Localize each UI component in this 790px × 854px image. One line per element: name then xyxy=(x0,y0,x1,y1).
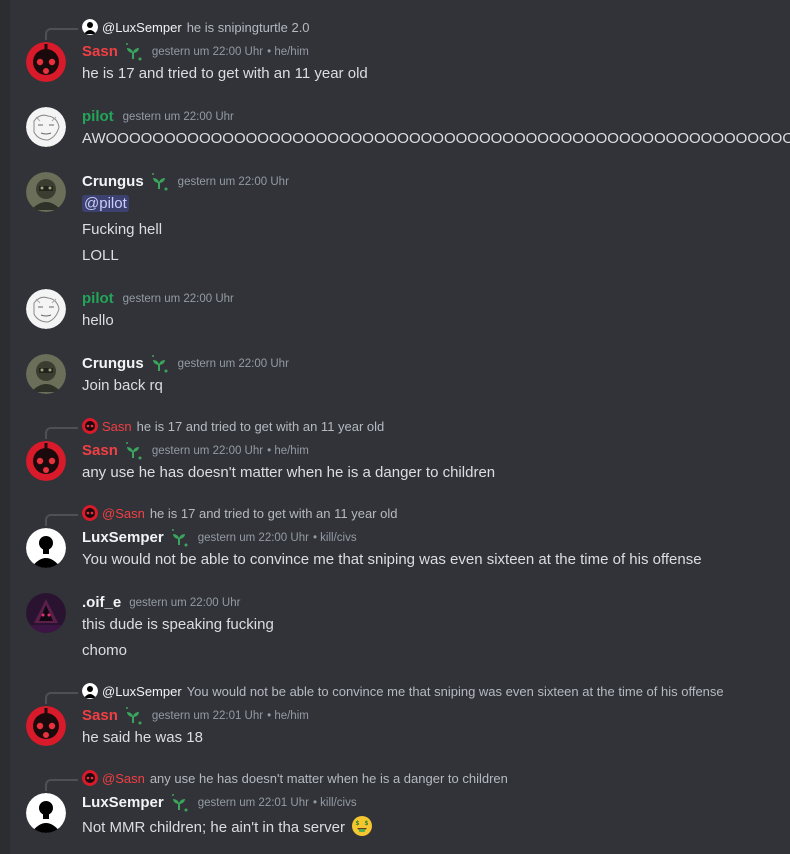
message-text: chomo xyxy=(82,642,128,659)
reply-spine xyxy=(45,692,78,704)
avatar-oif[interactable] xyxy=(26,593,66,633)
author-name[interactable]: Crungus xyxy=(82,172,144,192)
message-text: he said he was 18 xyxy=(82,729,203,746)
timestamp[interactable]: gestern um 22:00 Uhr xyxy=(198,528,309,548)
avatar-sasn[interactable] xyxy=(26,42,66,82)
svg-text:$: $ xyxy=(365,820,369,827)
message-text: Fucking hell xyxy=(82,221,163,238)
reply-avatar-lux[interactable] xyxy=(82,683,98,699)
author-name[interactable]: LuxSemper xyxy=(82,528,164,548)
author-name[interactable]: Sasn xyxy=(82,441,118,461)
message-header: .oif_e gestern um 22:00 Uhr xyxy=(82,593,240,613)
avatar-sasn[interactable] xyxy=(26,706,66,746)
timestamp[interactable]: gestern um 22:01 Uhr xyxy=(198,793,309,813)
message-text: Join back rq xyxy=(82,377,163,394)
message-text: Not MMR children; he ain't in tha server… xyxy=(82,815,373,838)
reply-avatar-sasn[interactable] xyxy=(82,505,98,521)
sprout-icon[interactable] xyxy=(123,42,143,62)
timestamp[interactable]: gestern um 22:00 Uhr xyxy=(152,42,263,62)
reply-author[interactable]: Sasn xyxy=(102,419,132,434)
author-name[interactable]: Sasn xyxy=(82,706,118,726)
avatar-sasn[interactable] xyxy=(26,441,66,481)
pronouns: • he/him xyxy=(267,710,309,722)
money-mouth-face-icon[interactable]: $ $ xyxy=(351,815,373,837)
reply-text[interactable]: he is 17 and tried to get with an 11 yea… xyxy=(150,506,398,521)
sprout-icon[interactable] xyxy=(123,706,143,726)
reply-reference[interactable]: @Sasn he is 17 and tried to get with an … xyxy=(82,504,397,522)
pronouns: • he/him xyxy=(267,445,309,457)
timestamp[interactable]: gestern um 22:00 Uhr xyxy=(129,593,240,613)
reply-text[interactable]: he is 17 and tried to get with an 11 yea… xyxy=(137,419,385,434)
avatar-crungus[interactable] xyxy=(26,354,66,394)
sprout-icon[interactable] xyxy=(149,172,169,192)
message-header: Sasn gestern um 22:01 Uhr • he/him xyxy=(82,706,309,726)
message-text: this dude is speaking fucking xyxy=(82,616,274,633)
author-name[interactable]: .oif_e xyxy=(82,593,121,613)
reply-avatar-sasn[interactable] xyxy=(82,770,98,786)
message-text: @pilot xyxy=(82,194,129,214)
message-text: any use he has doesn't matter when he is… xyxy=(82,464,496,481)
user-mention[interactable]: @pilot xyxy=(82,195,129,212)
reply-spine xyxy=(45,427,78,439)
reply-text[interactable]: any use he has doesn't matter when he is… xyxy=(150,771,508,786)
reply-reference[interactable]: @LuxSemper he is snipingturtle 2.0 xyxy=(82,18,310,36)
message-header: Sasn gestern um 22:00 Uhr • he/him xyxy=(82,42,309,62)
reply-reference[interactable]: Sasn he is 17 and tried to get with an 1… xyxy=(82,417,384,435)
avatar-pilot[interactable] xyxy=(26,289,66,329)
reply-author[interactable]: @LuxSemper xyxy=(102,684,182,699)
message-header: LuxSemper gestern um 22:00 Uhr • kill/ci… xyxy=(82,528,357,548)
message-header: Crungus gestern um 22:00 Uhr xyxy=(82,354,289,374)
reply-reference[interactable]: @Sasn any use he has doesn't matter when… xyxy=(82,769,508,787)
author-name[interactable]: pilot xyxy=(82,107,114,127)
pronouns: • he/him xyxy=(267,46,309,58)
reply-reference[interactable]: @LuxSemper You would not be able to conv… xyxy=(82,682,724,700)
sprout-icon[interactable] xyxy=(169,793,189,813)
reply-spine xyxy=(45,28,78,40)
reply-avatar-lux[interactable] xyxy=(82,19,98,35)
timestamp[interactable]: gestern um 22:00 Uhr xyxy=(178,172,289,192)
timestamp[interactable]: gestern um 22:00 Uhr xyxy=(123,107,234,127)
message-text: LOLL xyxy=(82,247,119,264)
author-name[interactable]: LuxSemper xyxy=(82,793,164,813)
message-header: pilot gestern um 22:00 Uhr xyxy=(82,107,234,127)
message-header: Sasn gestern um 22:00 Uhr • he/him xyxy=(82,441,309,461)
author-name[interactable]: pilot xyxy=(82,289,114,309)
pronouns: • kill/civs xyxy=(312,532,357,544)
message-text: hello xyxy=(82,312,114,329)
avatar-lux[interactable] xyxy=(26,793,66,833)
timestamp[interactable]: gestern um 22:00 Uhr xyxy=(123,289,234,309)
sprout-icon[interactable] xyxy=(123,441,143,461)
svg-text:$: $ xyxy=(356,820,360,827)
avatar-pilot[interactable] xyxy=(26,107,66,147)
channel-edge xyxy=(0,0,10,854)
message-header: LuxSemper gestern um 22:01 Uhr • kill/ci… xyxy=(82,793,357,813)
sprout-icon[interactable] xyxy=(169,528,189,548)
message-text: he is 17 and tried to get with an 11 yea… xyxy=(82,65,368,82)
avatar-crungus[interactable] xyxy=(26,172,66,212)
reply-text[interactable]: You would not be able to convince me tha… xyxy=(187,684,724,699)
sprout-icon[interactable] xyxy=(149,354,169,374)
reply-text[interactable]: he is snipingturtle 2.0 xyxy=(187,20,310,35)
pronouns: • kill/civs xyxy=(312,797,357,809)
author-name[interactable]: Sasn xyxy=(82,42,118,62)
timestamp[interactable]: gestern um 22:01 Uhr xyxy=(152,706,263,726)
author-name[interactable]: Crungus xyxy=(82,354,144,374)
reply-author[interactable]: @Sasn xyxy=(102,771,145,786)
message-header: pilot gestern um 22:00 Uhr xyxy=(82,289,234,309)
message-header: Crungus gestern um 22:00 Uhr xyxy=(82,172,289,192)
timestamp[interactable]: gestern um 22:00 Uhr xyxy=(152,441,263,461)
timestamp[interactable]: gestern um 22:00 Uhr xyxy=(178,354,289,374)
message-text: You would not be able to convince me tha… xyxy=(82,551,702,568)
reply-spine xyxy=(45,514,78,526)
reply-avatar-sasn[interactable] xyxy=(82,418,98,434)
reply-author[interactable]: @Sasn xyxy=(102,506,145,521)
reply-author[interactable]: @LuxSemper xyxy=(102,20,182,35)
message-text-content: Not MMR children; he ain't in tha server xyxy=(82,819,345,836)
reply-spine xyxy=(45,779,78,791)
message-text: AWOOOOOOOOOOOOOOOOOOOOOOOOOOOOOOOOOOOOOO… xyxy=(82,130,790,147)
avatar-lux[interactable] xyxy=(26,528,66,568)
